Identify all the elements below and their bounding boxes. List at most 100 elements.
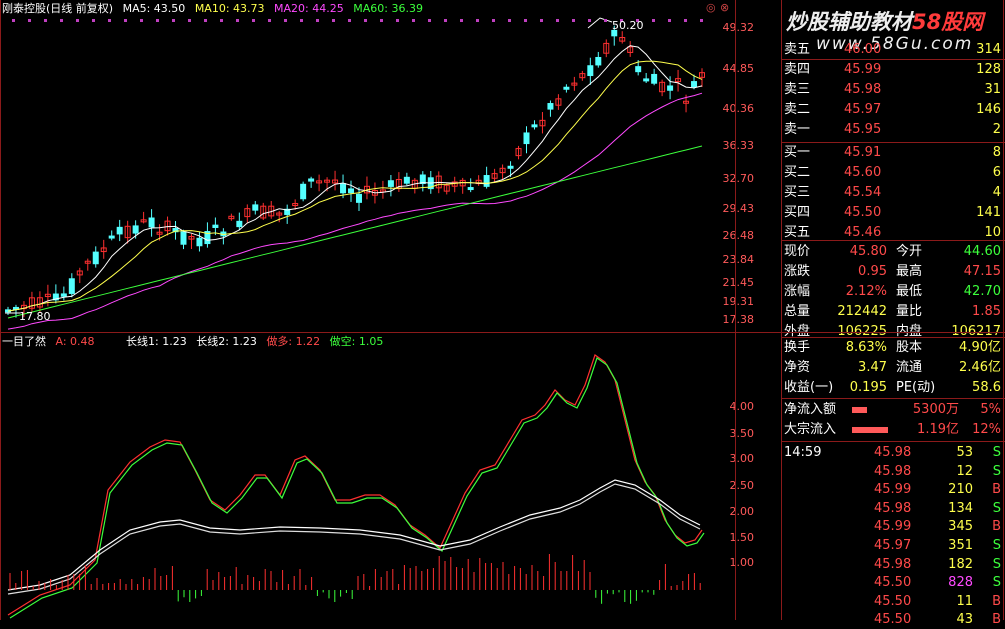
flow-row: 净流入额 5300万 5% [782,400,1005,420]
price-axis-tick: 44.85 [722,62,755,75]
tick-volume: 11 [956,593,973,609]
signal-dot [524,19,527,22]
ma20-line [7,92,703,330]
tick-side: B [992,519,1001,535]
indicator-axis-tick: 3.00 [729,452,755,465]
tick-price: 45.98 [874,463,912,479]
candle-body [595,56,602,66]
signal-dot [284,19,287,22]
divider [1003,0,1004,620]
signal-dot [492,19,495,22]
long-line1-label: 长线1: 1.23 [126,335,187,348]
signal-dot [364,19,367,22]
sell-volume: 314 [976,42,1001,57]
candle-body [340,183,347,194]
sell-row[interactable]: 卖五 46.00 314 [782,40,1005,60]
tick-price: 45.99 [874,519,912,535]
candle-body [108,235,115,239]
tick-side: S [992,463,1001,479]
indicator-name[interactable]: 一目了然 [2,335,46,348]
sell-label: 卖四 [784,62,811,77]
divider [735,0,736,620]
tick-price: 45.98 [874,445,912,460]
flow-value: 1.19亿 [917,422,959,437]
flow-bar [852,427,888,433]
signal-dot [28,19,31,22]
quote-row: 涨跌 0.95 最高 47.15 [782,262,1005,282]
stock-name[interactable]: 刚泰控股(日线 前复权) [2,2,113,15]
tick-volume: 182 [948,556,973,572]
divider [782,398,1005,399]
signal-dot [604,19,607,22]
sell-row[interactable]: 卖二 45.97 146 [782,100,1005,120]
ma5-line [7,45,703,312]
signal-dot [684,19,687,22]
sell-label: 卖一 [784,122,811,137]
quote-label: 涨跌 [784,264,811,279]
sell-row[interactable]: 卖一 45.95 2 [782,120,1005,140]
candle-body [563,86,570,90]
long-line-1 [7,479,701,591]
candle-body [148,217,155,228]
close-icon[interactable]: ⊗ [720,1,729,14]
sell-price: 45.97 [844,102,882,117]
buy-volume: 4 [992,185,1001,200]
indicator-a-label: A: 0.48 [55,335,95,348]
candle-body [387,180,394,187]
buy-price: 45.60 [844,165,882,180]
signal-dot [556,19,559,22]
quote-label: 量比 [896,304,923,319]
price-axis-tick: 49.32 [722,21,755,34]
buy-volume: 141 [976,205,1001,220]
tick-row: 45.50 11 B [782,593,1005,611]
price-axis-tick: 17.38 [722,313,755,326]
sell-label: 卖二 [784,102,811,117]
price-axis-tick: 19.31 [722,295,755,308]
sell-row[interactable]: 卖三 45.98 31 [782,80,1005,100]
candle-body [587,65,594,77]
signal-dot [236,19,239,22]
sell-row[interactable]: 卖四 45.99 128 [782,60,1005,80]
tick-volume: 210 [948,482,973,498]
signal-dot [396,19,399,22]
stats-label: 股本 [896,340,923,355]
signal-dot [508,19,511,22]
settings-icon[interactable]: ◎ [706,1,716,14]
tick-side: S [992,500,1001,516]
tick-side: S [992,445,1001,460]
buy-price: 45.54 [844,185,882,200]
buy-row[interactable]: 买三 45.54 4 [782,183,1005,203]
tick-volume: 12 [956,463,973,479]
price-axis-tick: 26.48 [722,229,755,242]
buy-volume: 6 [992,165,1001,180]
signal-dot [252,19,255,22]
tick-side: B [992,612,1001,628]
buy-row[interactable]: 买一 45.91 8 [782,143,1005,163]
buy-volume: 8 [992,145,1001,160]
high-marker [587,17,613,29]
tick-price: 45.99 [874,482,912,498]
indicator-axis-tick: 1.00 [729,556,755,569]
stats-value: 58.6 [972,380,1001,395]
quote-row: 涨幅 2.12% 最低 42.70 [782,282,1005,302]
divider [0,332,1005,333]
buy-row[interactable]: 买二 45.60 6 [782,163,1005,183]
signal-dot [76,19,79,22]
buy-row[interactable]: 买四 45.50 141 [782,203,1005,223]
candle-body [116,226,123,235]
quote-value: 1.85 [972,304,1001,319]
sell-price: 45.98 [844,82,882,97]
indicator-axis-tick: 3.50 [729,427,755,440]
candle-body [308,178,315,182]
quote-row: 现价 45.80 今开 44.60 [782,242,1005,262]
signal-dot [92,19,95,22]
quote-value: 2.12% [845,284,887,299]
sell-price: 45.95 [844,122,882,137]
quote-label: 涨幅 [784,284,811,299]
signal-dot [444,19,447,22]
stats-label: PE(动) [896,380,936,395]
tick-price: 45.97 [874,538,912,553]
candle-body [300,183,307,200]
tick-price: 45.98 [874,500,912,516]
stats-value: 2.46亿 [959,360,1001,375]
